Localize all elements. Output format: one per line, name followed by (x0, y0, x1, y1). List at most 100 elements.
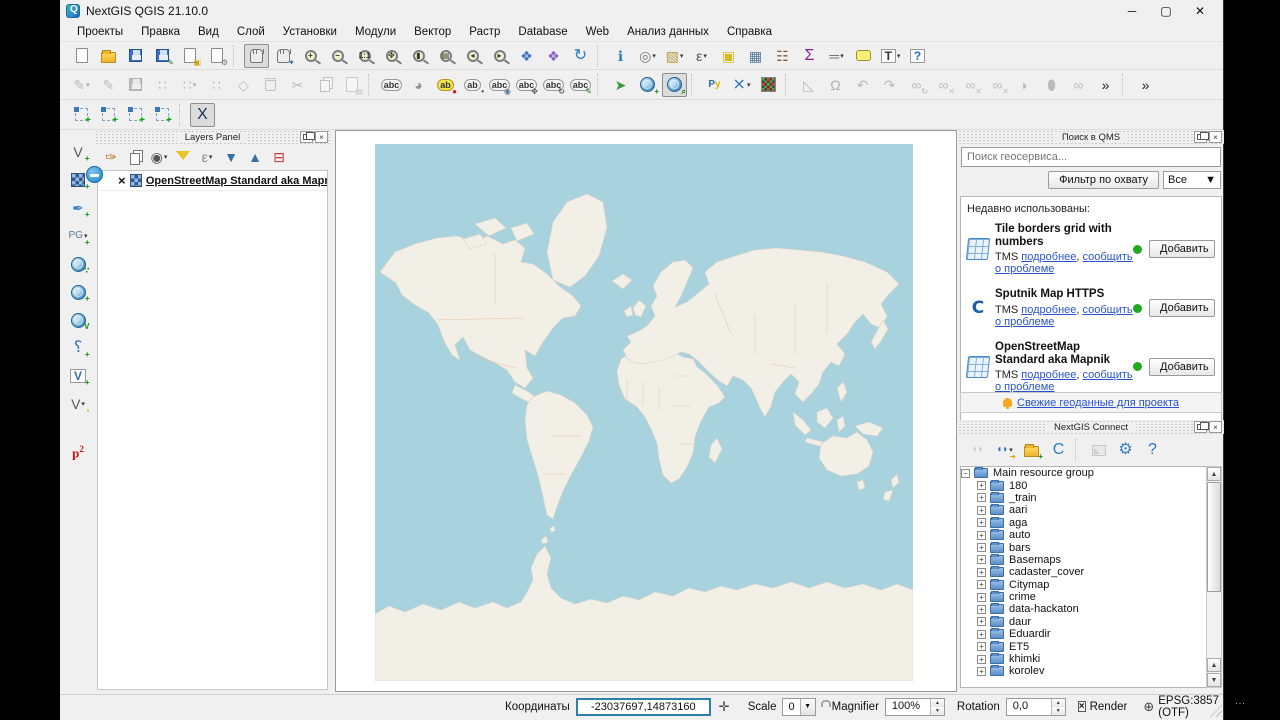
undo-icon[interactable]: ↶ (850, 73, 875, 97)
collapse-all-icon[interactable]: ▲ (244, 147, 266, 167)
label-highlight-icon[interactable]: abc ◉ (487, 73, 512, 97)
map-canvas[interactable] (335, 130, 957, 692)
remove-layer-icon[interactable]: ⊟ (268, 147, 290, 167)
close-button[interactable]: ✕ (1183, 0, 1217, 22)
menu-вид[interactable]: Вид (189, 24, 228, 40)
connect-refresh-icon[interactable]: C (1046, 438, 1071, 462)
expand-icon[interactable]: + (977, 481, 986, 491)
new-bookmark-icon[interactable]: ❖ (514, 44, 539, 68)
spin-up-icon[interactable]: ▲ (1051, 698, 1065, 707)
tree-item[interactable]: + Citymap (961, 578, 1221, 591)
render-checkbox[interactable]: × (1077, 701, 1086, 712)
add-mesh-layer-icon[interactable]: ✒ + (66, 196, 91, 220)
layers-panel-float-button[interactable] (300, 131, 315, 143)
zoom-native-icon[interactable]: 1:1 (352, 44, 377, 68)
nextgis-identify-icon[interactable]: ➤ (608, 73, 633, 97)
tree-item[interactable]: + bars (961, 541, 1221, 554)
expand-icon[interactable]: + (977, 518, 986, 528)
menu-справка[interactable]: Справка (718, 24, 781, 40)
add-wcs-layer-icon[interactable]: V (66, 308, 91, 332)
crs-value[interactable]: EPSG:3857 (OTF) (1158, 695, 1219, 719)
label-properties-icon[interactable]: abc ✎ (568, 73, 593, 97)
checker-plugin-icon[interactable] (756, 73, 781, 97)
qms-close-button[interactable]: × (1209, 131, 1222, 143)
tree-item[interactable]: + _train (961, 491, 1221, 504)
menu-вектор[interactable]: Вектор (405, 24, 460, 40)
tree-item[interactable]: + daur (961, 615, 1221, 628)
tree-item[interactable]: + data-hackaton (961, 603, 1221, 615)
add-virtual-layer-icon[interactable]: V + (66, 364, 91, 388)
expand-icon[interactable]: + (977, 530, 986, 540)
pan-to-selection-icon[interactable]: ✦ (271, 44, 296, 68)
expand-icon[interactable]: + (977, 567, 986, 577)
tree-item[interactable]: + crime (961, 591, 1221, 603)
crs-icon[interactable]: ⊕ (1143, 699, 1154, 715)
expand-all-icon[interactable]: ▼ (220, 147, 242, 167)
filter-by-extent-button[interactable]: Фильтр по охвату (1048, 171, 1159, 189)
expand-icon[interactable]: + (977, 543, 986, 553)
expand-icon[interactable]: + (977, 580, 986, 590)
connect-help-icon[interactable]: ? (1140, 438, 1165, 462)
pan-map-icon[interactable] (244, 43, 269, 68)
zoom-last-icon[interactable]: ◂ (460, 44, 485, 68)
add-service-button[interactable]: Добавить (1149, 240, 1215, 259)
text-annotation-icon[interactable]: T ▾ (878, 44, 903, 68)
label-move-icon[interactable]: abc ✥ (514, 73, 539, 97)
add-part-icon[interactable]: ∷ (204, 73, 229, 97)
split-parts-icon[interactable]: ∞ ✕ (985, 73, 1010, 97)
spin-up-icon[interactable]: ▲ (930, 698, 944, 707)
field-calculator-icon[interactable]: ☷ (770, 44, 795, 68)
tree-item[interactable]: +180 (961, 479, 1221, 492)
open-project-icon[interactable] (96, 44, 121, 68)
tree-item[interactable]: + aga (961, 516, 1221, 529)
run-feature-action-icon[interactable]: ◎ ▾ (635, 44, 660, 68)
statistics-icon[interactable]: Σ (797, 44, 822, 68)
connect-settings-icon[interactable]: ⚙ (1113, 438, 1138, 462)
zoom-full-icon[interactable]: ✥ (379, 44, 404, 68)
topology-square-icon[interactable] (96, 103, 121, 127)
select-by-expression-icon[interactable]: ε ▾ (689, 44, 714, 68)
menu-растр[interactable]: Растр (460, 24, 509, 40)
paste-features-icon[interactable]: ▤ (339, 73, 364, 97)
processing-toolbox-icon[interactable]: ⨯ ▾ (729, 73, 754, 97)
label-pin-icon[interactable]: ab • (460, 73, 485, 97)
expand-icon[interactable]: + (977, 604, 986, 614)
save-project-icon[interactable] (123, 44, 148, 68)
menu-слой[interactable]: Слой (228, 24, 274, 40)
merge-features-icon[interactable]: ◗ (1012, 73, 1037, 97)
menu-анализ-данных[interactable]: Анализ данных (618, 24, 718, 40)
expand-icon[interactable]: + (977, 592, 986, 602)
cut-features-icon[interactable]: ✂ (285, 73, 310, 97)
menu-проекты[interactable]: Проекты (68, 24, 132, 40)
rotation-spinbox[interactable]: 0,0 ▲ ▼ (1005, 697, 1066, 716)
open-style-manager-icon[interactable]: ✑ (100, 147, 122, 167)
add-service-button[interactable]: Добавить (1149, 357, 1215, 376)
zoom-in-icon[interactable]: + (298, 44, 323, 68)
label-toolbar-icon[interactable]: abc (379, 73, 404, 97)
label-rotate-icon[interactable]: abc ↻ (541, 73, 566, 97)
topology-select-icon[interactable] (123, 103, 148, 127)
menu-правка[interactable]: Правка (132, 24, 189, 40)
python-console-icon[interactable]: Py (702, 73, 727, 97)
help-contents-icon[interactable]: ? (905, 44, 930, 68)
attribute-table-icon[interactable]: ▦ (743, 44, 768, 68)
expand-icon[interactable]: + (977, 555, 986, 565)
menu-web[interactable]: Web (577, 24, 618, 40)
spin-down-icon[interactable]: ▼ (930, 706, 944, 715)
expand-icon[interactable]: + (977, 642, 986, 652)
details-link[interactable]: подробнее (1021, 251, 1076, 263)
layer-labeling-icon[interactable]: ab ● (433, 73, 458, 97)
identify-features-icon[interactable]: ℹ (608, 44, 633, 68)
save-layer-edits-icon[interactable] (123, 73, 148, 97)
p2-plugin-icon[interactable]: p2 (72, 444, 84, 461)
diagram-icon[interactable]: ◕ (406, 73, 431, 97)
snapping-icon[interactable]: Ω (823, 73, 848, 97)
tree-item[interactable]: + aari (961, 504, 1221, 516)
qms-search-icon[interactable]: ⌕ (662, 72, 687, 97)
measure-icon[interactable]: ═ ▾ (824, 44, 849, 68)
expand-icon[interactable]: + (977, 493, 986, 503)
expand-icon[interactable]: + (977, 505, 986, 515)
new-shapefile-layer-icon[interactable]: V ▪ ▾ (66, 392, 91, 416)
zoom-to-layer-icon[interactable]: ▤ (433, 44, 458, 68)
layer-name[interactable]: OpenStreetMap Standard aka Mapnik (146, 175, 327, 187)
